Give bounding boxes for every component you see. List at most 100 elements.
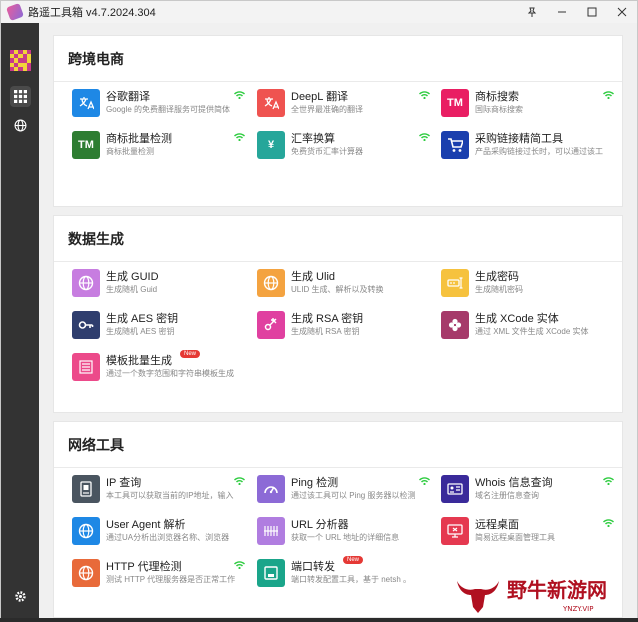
wifi-icon: [603, 477, 614, 485]
settings-button[interactable]: [10, 586, 31, 607]
tool-name: 生成 RSA 密钥: [291, 313, 364, 325]
globe-icon: [72, 559, 100, 587]
watermark: 野牛新游网 YNZY.VIP: [451, 567, 637, 617]
globe-icon: [14, 119, 27, 132]
bull-logo-icon: 野牛新游网 YNZY.VIP: [457, 578, 607, 613]
section-title: 网络工具: [68, 437, 124, 453]
translate-icon: [72, 89, 100, 117]
wifi-icon: [234, 477, 245, 485]
tool-name: HTTP 代理检测: [106, 561, 182, 573]
tool-name: 生成密码: [475, 271, 519, 283]
translate-icon: [257, 89, 285, 117]
tool-name: Ping 检测: [291, 477, 339, 489]
new-badge: New: [180, 350, 201, 358]
tool-card[interactable]: URL 分析器获取一个 URL 地址的详细信息: [257, 516, 432, 548]
tool-description: 生成随机密码: [475, 285, 523, 294]
maximize-button[interactable]: [577, 1, 607, 23]
sidebar-item-web[interactable]: [10, 115, 31, 136]
tool-name: 生成 Ulid: [291, 271, 336, 283]
key-plus-icon: [257, 311, 285, 339]
wifi-icon: [419, 133, 430, 141]
id-card-icon: [441, 475, 469, 503]
gauge-icon: [257, 475, 285, 503]
tool-description: 测试 HTTP 代理服务器是否正常工作: [106, 575, 236, 584]
tool-description: 产品采购链接过长时，可以通过该工: [475, 147, 603, 156]
tool-description: 国际商标搜索: [475, 105, 523, 114]
tool-card[interactable]: TM 商标批量检测 商标批量检测: [72, 130, 247, 162]
tool-card[interactable]: IP 查询 本工具可以获取当前的IP地址，输入: [72, 474, 247, 506]
close-icon: [617, 7, 627, 17]
watermark-sub: YNZY.VIP: [562, 605, 593, 613]
globe-icon: [72, 269, 100, 297]
tool-card[interactable]: 生成 GUID 生成随机 Guid: [72, 268, 247, 300]
clover-icon: [441, 311, 469, 339]
tool-name: URL 分析器: [291, 519, 349, 531]
divider: [54, 467, 622, 468]
pin-button[interactable]: [517, 1, 547, 23]
tool-card[interactable]: ¥ 汇率换算 免费货币汇率计算器: [257, 130, 432, 162]
globe-icon: [72, 517, 100, 545]
divider: [54, 261, 622, 262]
grid-icon: [14, 90, 27, 103]
tool-name: 模板批量生成: [106, 355, 172, 367]
remote-desktop-icon: [441, 517, 469, 545]
tool-name: 生成 GUID: [106, 271, 159, 283]
app-window: 路遥工具箱 v4.7.2024.304 跨境电商 谷歌翻译 Google 的免费…: [0, 0, 638, 618]
tool-description: 获取一个 URL 地址的详细信息: [291, 533, 400, 542]
wifi-icon: [419, 477, 430, 485]
sidebar-item-tools[interactable]: [10, 86, 31, 107]
tool-description: 端口转发配置工具，基于 netsh 。: [291, 575, 412, 584]
wifi-icon: [234, 133, 245, 141]
wifi-icon: [419, 91, 430, 99]
tool-card[interactable]: 生成密码生成随机密码: [441, 268, 616, 300]
tool-card[interactable]: 谷歌翻译 Google 的免费翻译服务可提供简体: [72, 88, 247, 120]
tool-name: DeepL 翻译: [291, 91, 349, 103]
app-logo: [10, 50, 31, 71]
tool-description: 本工具可以获取当前的IP地址，输入: [106, 491, 234, 500]
port-icon: [257, 559, 285, 587]
tm-icon: TM: [72, 131, 100, 159]
tool-description: 商标批量检测: [106, 147, 154, 156]
minimize-button[interactable]: [547, 1, 577, 23]
tool-card[interactable]: Whois 信息查询 域名注册信息查询: [441, 474, 616, 506]
main-content: 跨境电商 谷歌翻译 Google 的免费翻译服务可提供简体 DeepL 翻译 全世界最…: [39, 23, 637, 618]
tm-icon: TM: [441, 89, 469, 117]
tool-card[interactable]: HTTP 代理检测测试 HTTP 代理服务器是否正常工作: [72, 558, 247, 590]
tool-card[interactable]: User Agent 解析 通过UA分析出浏览器名称、浏览器: [72, 516, 247, 548]
wifi-icon: [234, 561, 245, 569]
section-cross-border-ecommerce: 跨境电商 谷歌翻译 Google 的免费翻译服务可提供简体 DeepL 翻译 全世界最…: [53, 35, 623, 207]
tool-name: 谷歌翻译: [106, 91, 150, 103]
tool-description: 域名注册信息查询: [475, 491, 539, 500]
minimize-icon: [558, 11, 566, 13]
tool-card[interactable]: 模板批量生成 通过一个数字范围和字符串模板生成 New: [72, 350, 247, 384]
tool-description: 通过该工具可以 Ping 服务器以检测: [291, 491, 416, 500]
tool-card[interactable]: TM 商标搜索国际商标搜索: [441, 88, 616, 120]
section-data-generation: 数据生成 生成 GUID 生成随机 Guid 生成 Ulid ULID 生成、解析以及…: [53, 215, 623, 413]
tool-card[interactable]: DeepL 翻译 全世界最准确的翻译: [257, 88, 432, 120]
tool-card[interactable]: 生成 Ulid ULID 生成、解析以及转换: [257, 268, 432, 300]
tool-description: 生成随机 Guid: [106, 285, 158, 294]
tool-card[interactable]: 生成 RSA 密钥 生成随机 RSA 密钥: [257, 310, 432, 342]
app-logo-icon: [6, 3, 24, 21]
window-title: 路遥工具箱 v4.7.2024.304: [28, 7, 156, 19]
globe-icon: [257, 269, 285, 297]
tool-name: 生成 AES 密钥: [106, 313, 179, 325]
tool-card[interactable]: 生成 AES 密钥 生成随机 AES 密钥: [72, 310, 247, 342]
tool-description: 生成随机 AES 密钥: [106, 327, 175, 336]
tool-card[interactable]: 采购链接精简工具 产品采购链接过长时，可以通过该工: [441, 130, 616, 162]
close-button[interactable]: [607, 1, 637, 23]
maximize-icon: [587, 7, 597, 17]
template-icon: [72, 353, 100, 381]
tool-card[interactable]: 端口转发 端口转发配置工具，基于 netsh 。 New: [257, 556, 432, 590]
key-icon: [72, 311, 100, 339]
tool-card[interactable]: 远程桌面 简易远程桌面管理工具: [441, 516, 616, 548]
gear-icon: [15, 591, 26, 602]
tool-card[interactable]: 生成 XCode 实体通过 XML 文件生成 XCode 实体: [441, 310, 616, 342]
watermark-text: 野牛新游网: [507, 578, 607, 602]
section-title: 数据生成: [68, 231, 124, 247]
tool-name: 商标搜索: [475, 91, 519, 103]
tool-card[interactable]: Ping 检测通过该工具可以 Ping 服务器以检测: [257, 474, 432, 506]
tool-name: 生成 XCode 实体: [475, 313, 559, 325]
tool-description: 通过 XML 文件生成 XCode 实体: [475, 327, 589, 336]
tool-description: ULID 生成、解析以及转换: [291, 285, 384, 294]
